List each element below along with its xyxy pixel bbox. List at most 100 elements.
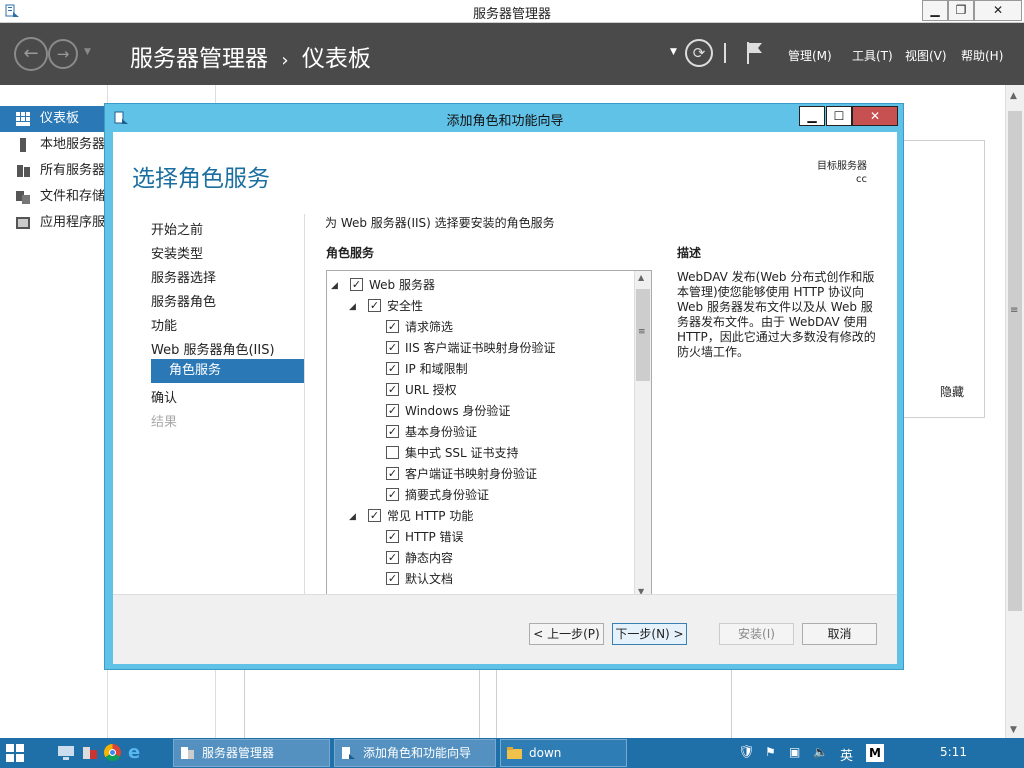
- step-features[interactable]: 功能: [151, 315, 177, 334]
- checkbox[interactable]: ✓: [368, 299, 381, 312]
- checkbox[interactable]: ✓: [386, 425, 399, 438]
- scroll-thumb[interactable]: [1008, 111, 1022, 611]
- sidebar-item-file-storage[interactable]: 文件和存储服务: [0, 184, 108, 210]
- grip-icon: ≡: [1010, 305, 1019, 316]
- tree-node-label: 请求筛选: [405, 320, 454, 334]
- menu-view[interactable]: 视图(V): [905, 47, 947, 64]
- cancel-button[interactable]: 取消: [802, 623, 877, 645]
- checkbox[interactable]: ✓: [386, 362, 399, 375]
- start-windows-icon[interactable]: [6, 744, 24, 762]
- sidebar-item-app-server[interactable]: 应用程序服务器: [0, 210, 108, 236]
- refresh-button[interactable]: ⟳: [685, 39, 713, 67]
- step-results: 结果: [151, 415, 178, 430]
- desktop-icon[interactable]: [58, 746, 74, 760]
- tree-node-windows-auth[interactable]: ✓ Windows 身份验证: [386, 401, 510, 422]
- checkbox[interactable]: ✓: [350, 278, 363, 291]
- checkbox[interactable]: ✓: [386, 488, 399, 501]
- checkbox[interactable]: ✓: [386, 383, 399, 396]
- step-before-you-begin[interactable]: 开始之前: [151, 219, 203, 238]
- dialog-minimize-button[interactable]: ▁: [799, 106, 825, 126]
- maximize-button[interactable]: ❐: [948, 0, 974, 21]
- taskbar-item-label: 服务器管理器: [202, 746, 275, 760]
- scroll-up-icon[interactable]: ▲: [638, 273, 644, 282]
- tree-node-client-cert-auth[interactable]: ✓ 客户端证书映射身份验证: [386, 464, 537, 485]
- instruction-text: 为 Web 服务器(IIS) 选择要安装的角色服务: [325, 216, 555, 230]
- collapse-icon[interactable]: ◢: [349, 507, 356, 528]
- server-manager-pin-icon[interactable]: [82, 745, 98, 761]
- chrome-icon[interactable]: [104, 744, 121, 761]
- checkbox[interactable]: ✓: [386, 530, 399, 543]
- taskbar-item-wizard[interactable]: 添加角色和功能向导: [334, 739, 496, 767]
- checkbox[interactable]: [386, 446, 399, 459]
- checkbox[interactable]: ✓: [386, 341, 399, 354]
- checkbox[interactable]: ✓: [386, 572, 399, 585]
- step-server-roles[interactable]: 服务器角色: [151, 291, 216, 310]
- security-tray-icon[interactable]: 🛡: [738, 745, 755, 760]
- app-server-icon: [16, 217, 30, 229]
- menu-manage[interactable]: 管理(M): [788, 47, 832, 64]
- tree-node-ip-domain-restrictions[interactable]: ✓ IP 和域限制: [386, 359, 468, 380]
- server-manager-icon: [181, 747, 194, 759]
- sidebar-item-all-servers[interactable]: 所有服务器: [0, 158, 108, 184]
- next-button[interactable]: 下一步(N) >: [612, 623, 687, 645]
- tree-node-label: HTTP 错误: [405, 530, 464, 544]
- tree-node-digest-auth[interactable]: ✓ 摘要式身份验证: [386, 485, 489, 506]
- clock[interactable]: 5:11: [940, 745, 967, 759]
- step-installation-type[interactable]: 安装类型: [151, 243, 203, 262]
- checkbox[interactable]: ✓: [386, 467, 399, 480]
- sidebar: 仪表板 本地服务器 所有服务器 文件和存储服务 应用程序服务器: [0, 85, 108, 740]
- tree-node-request-filtering[interactable]: ✓ 请求筛选: [386, 317, 453, 338]
- window-title: 服务器管理器: [472, 7, 551, 22]
- checkbox[interactable]: ✓: [368, 509, 381, 522]
- step-web-server-role[interactable]: Web 服务器角色(IIS): [151, 339, 275, 358]
- forward-button[interactable]: →: [48, 39, 78, 69]
- history-dropdown-icon[interactable]: ▼: [84, 47, 91, 57]
- install-button: 安装(I): [719, 623, 794, 645]
- taskbar-item-folder[interactable]: down: [500, 739, 627, 767]
- menu-tools[interactable]: 工具(T): [852, 47, 893, 64]
- network-icon[interactable]: ▣: [789, 745, 800, 759]
- collapse-icon[interactable]: ◢: [331, 276, 338, 297]
- previous-button[interactable]: < 上一步(P): [529, 623, 604, 645]
- tree-node-iis-client-cert-auth[interactable]: ✓ IIS 客户端证书映射身份验证: [386, 338, 556, 359]
- tree-node-default-document[interactable]: ✓ 默认文档: [386, 569, 453, 590]
- tree-node-url-authorization[interactable]: ✓ URL 授权: [386, 380, 457, 401]
- checkbox[interactable]: ✓: [386, 551, 399, 564]
- flag-icon[interactable]: [744, 41, 764, 65]
- dialog-close-button[interactable]: ✕: [852, 106, 898, 126]
- sidebar-item-local-server[interactable]: 本地服务器: [0, 132, 108, 158]
- minimize-button[interactable]: ▁: [922, 0, 948, 21]
- close-button[interactable]: ✕: [974, 0, 1022, 21]
- notifications-dropdown-icon[interactable]: ▼: [670, 47, 677, 57]
- back-button[interactable]: ←: [14, 37, 48, 71]
- navigation-bar: ← → ▼ 服务器管理器 › 仪表板 ▼ ⟳ 管理(M) 工具(T) 视图(V)…: [0, 23, 1024, 85]
- server-icon: [20, 138, 26, 152]
- ime-indicator[interactable]: 英: [840, 745, 853, 764]
- checkbox[interactable]: ✓: [386, 320, 399, 333]
- ime-mode-indicator[interactable]: M: [866, 744, 884, 762]
- taskbar-item-server-manager[interactable]: 服务器管理器: [173, 739, 330, 767]
- tree-node-basic-auth[interactable]: ✓ 基本身份验证: [386, 422, 477, 443]
- collapse-icon[interactable]: ◢: [349, 297, 356, 318]
- tree-scrollbar[interactable]: ▲ ≡ ▼: [634, 271, 651, 600]
- action-center-flag-icon[interactable]: ⚑: [765, 745, 776, 759]
- main-scrollbar[interactable]: ▲ ≡ ▼: [1005, 85, 1024, 740]
- breadcrumb: 服务器管理器 › 仪表板: [130, 39, 371, 73]
- description-header: 描述: [677, 246, 702, 260]
- hide-link[interactable]: 隐藏: [940, 383, 964, 400]
- step-role-services[interactable]: 角色服务: [151, 359, 304, 383]
- dialog-maximize-button[interactable]: ☐: [826, 106, 852, 126]
- menu-help[interactable]: 帮助(H): [961, 47, 1003, 64]
- checkbox[interactable]: ✓: [386, 404, 399, 417]
- tree-node-centralized-ssl[interactable]: 集中式 SSL 证书支持: [386, 443, 519, 464]
- tree-node-static-content[interactable]: ✓ 静态内容: [386, 548, 453, 569]
- sidebar-item-dashboard[interactable]: 仪表板: [0, 106, 108, 132]
- breadcrumb-root[interactable]: 服务器管理器: [130, 39, 268, 73]
- scroll-up-icon[interactable]: ▲: [1010, 91, 1017, 101]
- ie-icon[interactable]: e: [128, 742, 140, 763]
- scroll-down-icon[interactable]: ▼: [1010, 725, 1017, 735]
- step-server-selection[interactable]: 服务器选择: [151, 267, 216, 286]
- step-confirmation[interactable]: 确认: [151, 387, 177, 406]
- volume-icon[interactable]: 🔈: [813, 745, 828, 759]
- tree-node-http-errors[interactable]: ✓ HTTP 错误: [386, 527, 464, 548]
